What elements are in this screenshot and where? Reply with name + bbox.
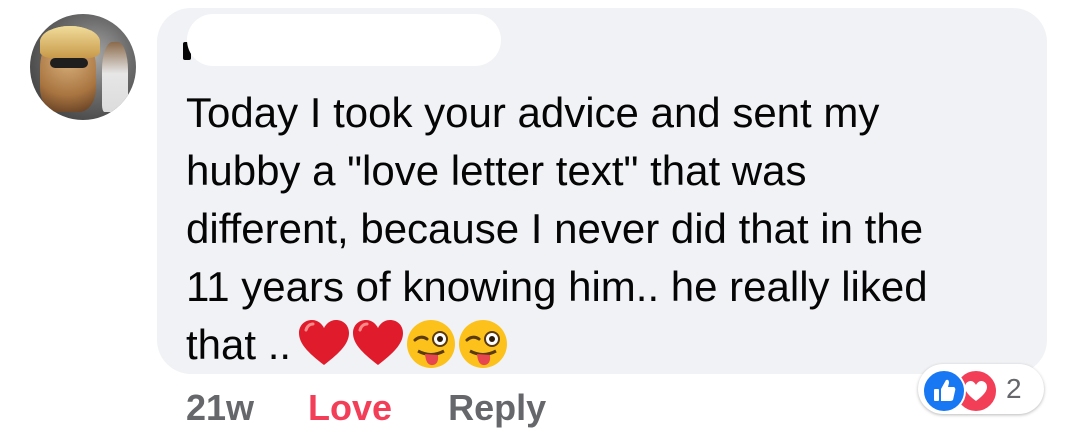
winking-face-with-tongue-icon: [459, 319, 508, 368]
avatar-sunglasses: [50, 58, 88, 68]
emoji-row: [297, 318, 509, 370]
comment-line: 11 years of knowing him.. he really like…: [186, 263, 928, 310]
commenter-avatar[interactable]: [30, 14, 136, 120]
comment-line: that ..: [186, 321, 292, 368]
red-heart-icon: [299, 319, 350, 365]
reply-button[interactable]: Reply: [448, 387, 546, 429]
comment-line: different, because I never did that in t…: [186, 205, 924, 252]
red-heart-icon: [353, 319, 404, 365]
winking-face-with-tongue-icon: [407, 319, 456, 368]
love-reaction-button[interactable]: Love: [308, 387, 392, 429]
avatar-hair-top: [40, 26, 100, 58]
like-icon: [922, 369, 966, 413]
author-name-redaction[interactable]: [187, 14, 501, 66]
reaction-summary[interactable]: 2: [918, 364, 1044, 414]
comment-line: Today I took your advice and sent my: [186, 89, 880, 136]
reaction-count: 2: [1006, 373, 1022, 404]
avatar-background-person: [102, 42, 128, 112]
comment-text: Today I took your advice and sent my hub…: [186, 84, 1006, 374]
comment-timestamp[interactable]: 21w: [186, 387, 254, 429]
comment-actions: 21w Love Reply: [186, 384, 546, 432]
comment-line: hubby a "love letter text" that was: [186, 147, 807, 194]
